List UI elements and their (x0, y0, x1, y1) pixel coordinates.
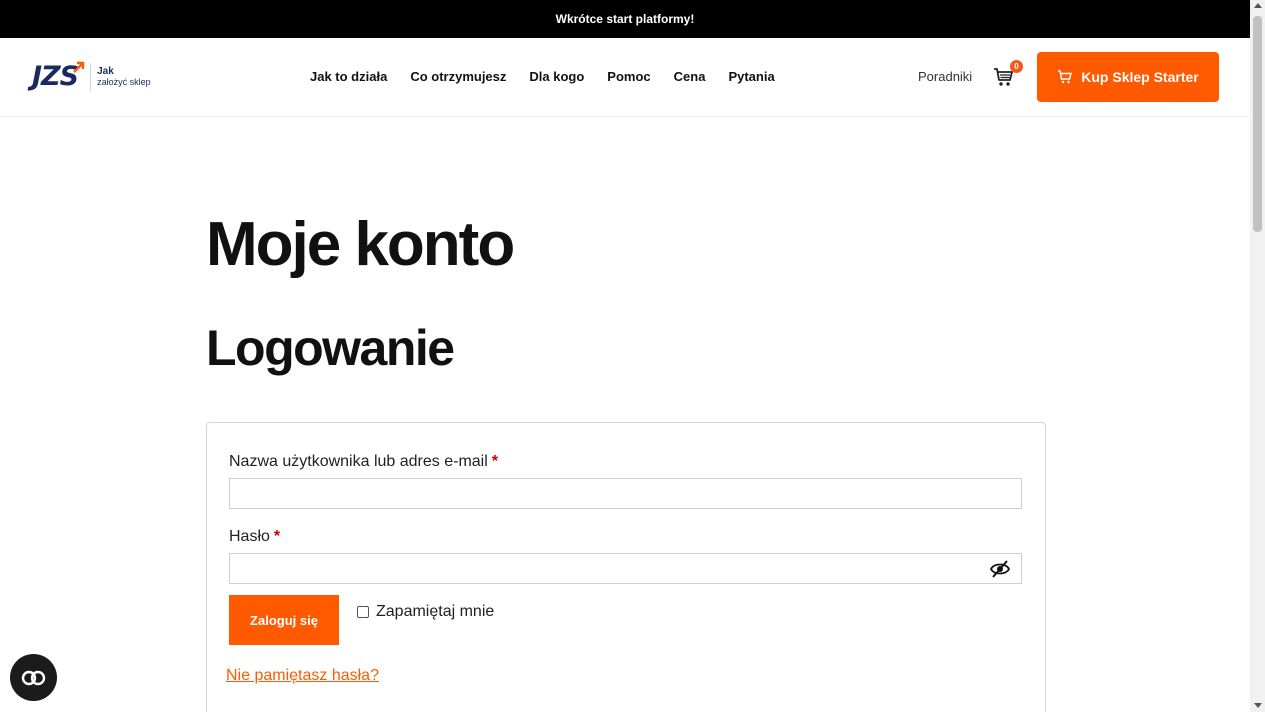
page-scrollbar[interactable] (1250, 0, 1265, 712)
site-header: JZS Jak założyć sklep Jak to działa Co o… (0, 38, 1250, 117)
guides-link[interactable]: Poradniki (918, 69, 972, 84)
required-mark: * (273, 528, 281, 545)
required-mark: * (491, 453, 499, 470)
logo-line-1: Jak (97, 66, 114, 77)
logo-tagline: Jak założyć sklep (97, 66, 151, 88)
buy-button-label: Kup Sklep Starter (1081, 69, 1199, 85)
announcement-text: Wkrótce start platformy! (555, 12, 695, 26)
site-logo[interactable]: JZS Jak założyć sklep (32, 62, 151, 92)
logo-line-2: założyć sklep (97, 77, 151, 87)
username-label: Nazwa użytkownika lub adres e-mail * (229, 453, 499, 470)
username-input[interactable] (229, 478, 1022, 509)
nav-item-pomoc[interactable]: Pomoc (607, 69, 650, 84)
nav-item-co-otrzymujesz[interactable]: Co otrzymujesz (410, 69, 506, 84)
announcement-bar: Wkrótce start platformy! (0, 0, 1250, 38)
login-form: Nazwa użytkownika lub adres e-mail * Hasł… (206, 422, 1046, 712)
login-button[interactable]: Zaloguj się (229, 595, 339, 645)
lost-password-link[interactable]: Nie pamiętasz hasła? (226, 667, 379, 685)
remember-checkbox[interactable] (357, 606, 369, 618)
scroll-up-arrow-icon[interactable] (1254, 3, 1262, 8)
password-label: Hasło * (229, 528, 281, 545)
password-input[interactable] (229, 553, 1022, 584)
chat-widget-button[interactable] (10, 654, 57, 701)
scroll-down-arrow-icon[interactable] (1254, 703, 1262, 708)
page-title: Moje konto (206, 210, 515, 279)
main-nav: Jak to działa Co otrzymujesz Dla kogo Po… (310, 69, 798, 84)
remember-label: Zapamiętaj mnie (376, 603, 495, 620)
scroll-thumb[interactable] (1253, 16, 1262, 232)
nav-item-cena[interactable]: Cena (674, 69, 706, 84)
remember-me[interactable]: Zapamiętaj mnie (357, 603, 494, 621)
nav-item-dla-kogo[interactable]: Dla kogo (529, 69, 584, 84)
cart-icon (1058, 70, 1073, 84)
buy-sklep-starter-button[interactable]: Kup Sklep Starter (1037, 52, 1219, 102)
logo-divider (90, 63, 92, 91)
nav-item-jak-to-dziala[interactable]: Jak to działa (310, 69, 387, 84)
logo-mark: JZS (32, 62, 85, 92)
eye-off-icon[interactable] (989, 559, 1011, 579)
arrow-up-right-icon (73, 61, 85, 73)
cart-count-badge: 0 (1010, 60, 1023, 73)
chat-icon (21, 670, 45, 685)
nav-item-pytania[interactable]: Pytania (728, 69, 774, 84)
section-title: Logowanie (206, 320, 455, 376)
